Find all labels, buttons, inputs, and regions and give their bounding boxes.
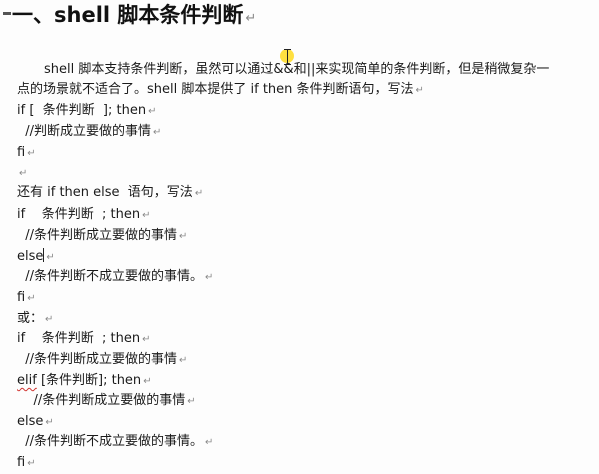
paragraph-mark-icon: ↵ xyxy=(27,458,36,469)
text-caret xyxy=(43,248,45,262)
code-line: if [ 条件判断 ]; then ↵ xyxy=(17,103,157,118)
paragraph-mark-icon: ↵ xyxy=(27,148,36,159)
code-line: fi ↵ xyxy=(17,290,36,305)
code-line: //条件判断不成立要做的事情。 ↵ xyxy=(17,434,214,449)
empty-line: ↵ xyxy=(17,164,27,183)
paragraph-mark-icon: ↵ xyxy=(148,106,157,117)
paragraph-mark-icon: ↵ xyxy=(46,252,55,263)
code-line: //条件判断成立要做的事情 ↵ xyxy=(17,352,188,367)
paragraph-mark-icon: ↵ xyxy=(45,417,54,428)
paragraph-mark-icon: ↵ xyxy=(179,231,188,242)
code-line: elif [条件判断]; then ↵ xyxy=(17,373,152,388)
code-line: //条件判断不成立要做的事情。 ↵ xyxy=(17,269,214,284)
paragraph-mark-icon: ↵ xyxy=(205,272,214,283)
code-line: fi ↵ xyxy=(17,455,36,470)
paragraph-mark-icon: ↵ xyxy=(143,376,152,387)
intro-line: shell 脚本支持条件判断，虽然可以通过&&和||来实现简单的条件判断，但是稍… xyxy=(44,62,550,77)
paragraph-mark-icon: ↵ xyxy=(194,188,204,199)
paragraph-mark-icon: ↵ xyxy=(27,293,36,304)
paragraph-mark-icon: ↵ xyxy=(187,396,196,407)
text-line: 还有 if then else 语句，写法 ↵ xyxy=(17,185,204,200)
paragraph-mark-icon: ↵ xyxy=(142,210,151,221)
spellcheck-flagged-word[interactable]: elif xyxy=(17,373,37,388)
code-line: //条件判断成立要做的事情 ↵ xyxy=(17,393,196,408)
paragraph-mark-icon: ↵ xyxy=(179,355,188,366)
code-line: //判断成立要做的事情 ↵ xyxy=(17,124,162,139)
paragraph-mark-icon: ↵ xyxy=(142,334,151,345)
code-line: else ↵ xyxy=(17,414,54,429)
paragraph-mark-icon: ↵ xyxy=(45,314,54,325)
code-line: fi ↵ xyxy=(17,145,36,160)
code-line: if 条件判断 ; then ↵ xyxy=(17,331,151,346)
paragraph-mark-icon: ↵ xyxy=(415,85,424,96)
paragraph-mark-icon: ↵ xyxy=(245,11,257,26)
code-line: //条件判断成立要做的事情 ↵ xyxy=(17,228,188,243)
intro-line: 点的场景就不适合了。shell 脚本提供了 if then 条件判断语句，写法 ↵ xyxy=(17,82,424,97)
paragraph-mark-icon: ↵ xyxy=(205,437,214,448)
heading-marker xyxy=(3,12,11,15)
document-page[interactable]: 一、shell 脚本条件判断 ↵ shell 脚本支持条件判断，虽然可以通过&&和… xyxy=(0,0,599,474)
paragraph-mark-icon: ↵ xyxy=(153,127,162,138)
intro-paragraph: shell 脚本支持条件判断，虽然可以通过&&和||来实现简单的条件判断，但是稍… xyxy=(17,60,573,101)
text-line: 或： ↵ xyxy=(17,311,54,326)
code-line: if 条件判断 ; then ↵ xyxy=(17,207,151,222)
section-heading: 一、shell 脚本条件判断 ↵ xyxy=(12,3,257,27)
code-line: else ↵ xyxy=(17,248,55,264)
ibeam-cursor-icon xyxy=(280,48,294,66)
paragraph-mark-icon: ↵ xyxy=(19,168,28,179)
